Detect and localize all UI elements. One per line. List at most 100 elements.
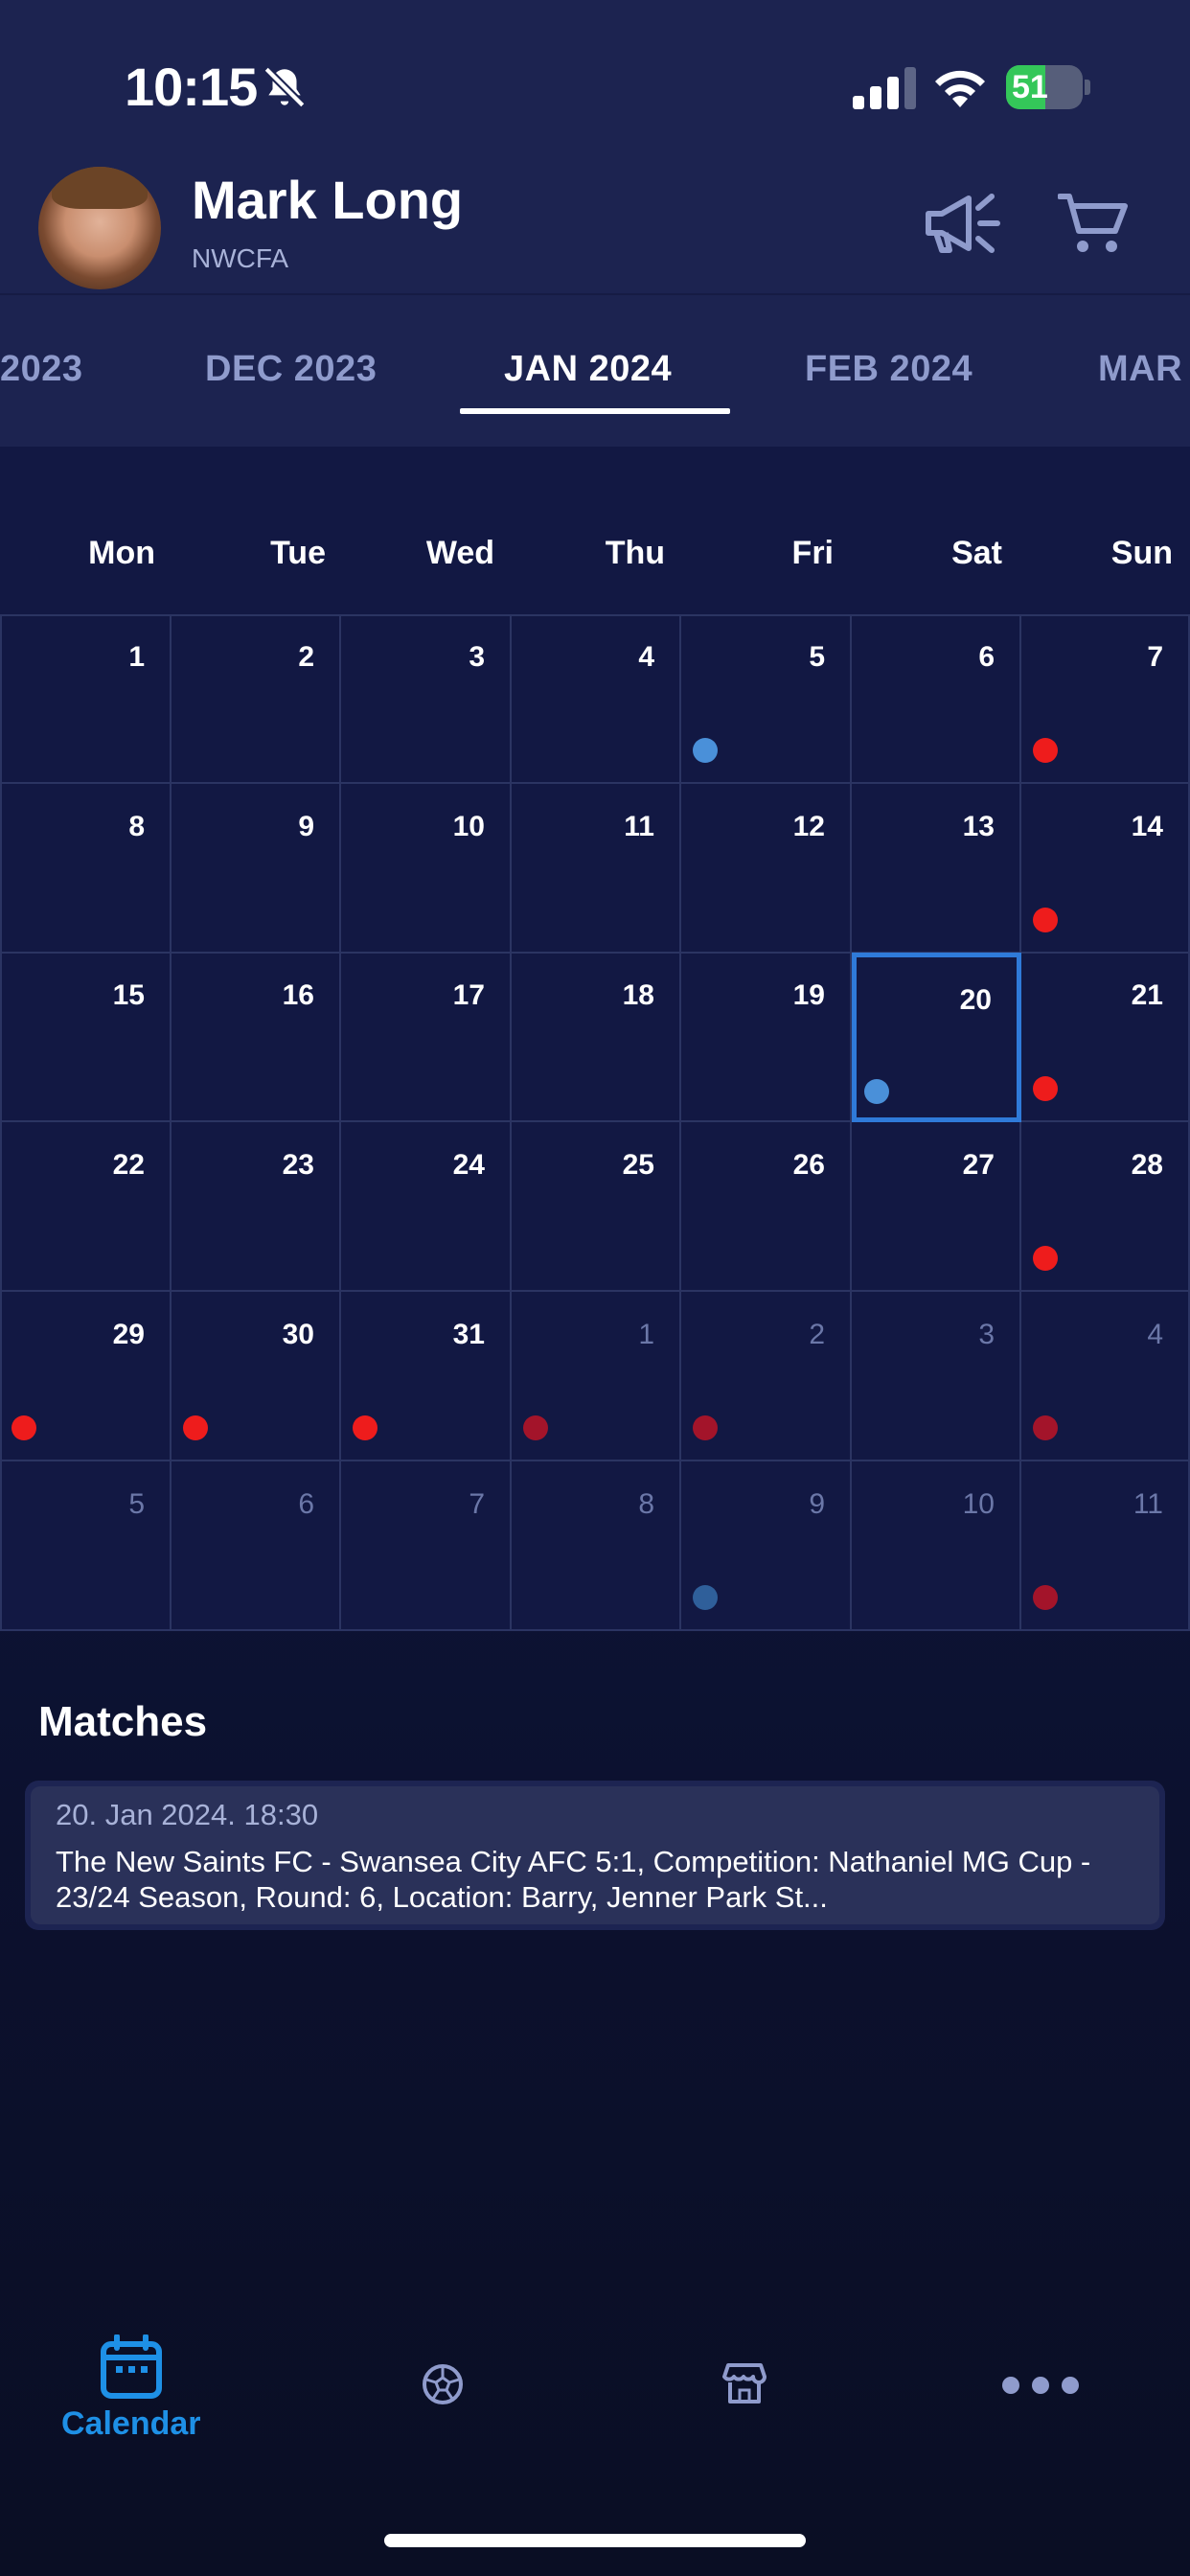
calendar-day[interactable]: 3 (852, 1292, 1021, 1461)
calendar-day[interactable]: 13 (852, 784, 1021, 954)
day-number: 28 (1131, 1149, 1163, 1181)
calendar-day[interactable]: 17 (341, 953, 512, 1122)
nav-calendar[interactable]: Calendar (61, 2334, 201, 2443)
calendar-day[interactable]: 16 (172, 953, 341, 1122)
calendar-day[interactable]: 5 (681, 614, 852, 784)
day-number: 6 (298, 1488, 314, 1520)
day-number: 31 (452, 1319, 485, 1350)
organization-name: NWCFA (192, 243, 289, 273)
calendar-day[interactable]: 11 (512, 784, 681, 954)
calendar-day[interactable]: 8 (512, 1461, 681, 1631)
calendar-day[interactable]: 21 (1021, 953, 1190, 1122)
nav-more[interactable] (1000, 2375, 1081, 2396)
day-number: 3 (469, 641, 485, 673)
day-number: 8 (638, 1488, 654, 1520)
calendar-day[interactable]: 24 (341, 1122, 512, 1292)
calendar-day[interactable]: 29 (0, 1292, 172, 1461)
day-number: 22 (112, 1149, 145, 1181)
more-icon (1002, 2377, 1079, 2394)
day-number: 17 (452, 979, 485, 1011)
battery-level: 51 (1012, 69, 1048, 105)
calendar-day[interactable]: 10 (341, 784, 512, 954)
calendar-day[interactable]: 27 (852, 1122, 1021, 1292)
grid-divider (0, 614, 1190, 616)
calendar-day[interactable]: 7 (341, 1461, 512, 1631)
soccer-ball-icon (423, 2364, 463, 2404)
match-card[interactable]: 20. Jan 2024. 18:30 The New Saints FC - … (25, 1781, 1165, 1930)
day-number: 5 (809, 641, 825, 673)
calendar-day[interactable]: 15 (0, 953, 172, 1122)
day-number: 9 (298, 811, 314, 842)
calendar-day[interactable]: 5 (0, 1461, 172, 1631)
nav-calendar-label: Calendar (61, 2405, 201, 2442)
calendar-day[interactable]: 7 (1021, 614, 1190, 784)
avatar[interactable] (38, 167, 161, 289)
calendar-day[interactable]: 6 (172, 1461, 341, 1631)
event-dot (693, 1585, 718, 1610)
nav-matches[interactable] (422, 2363, 464, 2405)
day-number: 9 (809, 1488, 825, 1520)
calendar-day[interactable]: 6 (852, 614, 1021, 784)
nav-store[interactable] (722, 2361, 767, 2405)
tab-month-mar[interactable]: MAR (1098, 349, 1182, 390)
calendar-day[interactable]: 1 (0, 614, 172, 784)
tab-month-feb-2024[interactable]: FEB 2024 (805, 349, 973, 390)
day-number: 4 (638, 641, 654, 673)
day-number: 20 (959, 984, 992, 1016)
day-number: 8 (128, 811, 145, 842)
event-dot (1033, 1585, 1058, 1610)
calendar-day[interactable]: 30 (172, 1292, 341, 1461)
day-number: 6 (978, 641, 995, 673)
calendar-day[interactable]: 9 (172, 784, 341, 954)
calendar-day[interactable]: 19 (681, 953, 852, 1122)
calendar-day[interactable]: 23 (172, 1122, 341, 1292)
calendar-day[interactable]: 14 (1021, 784, 1190, 954)
bottom-nav: Calendar (0, 2300, 1190, 2492)
cart-icon (1058, 194, 1128, 252)
calendar-day[interactable]: 9 (681, 1461, 852, 1631)
calendar-day[interactable]: 2 (681, 1292, 852, 1461)
weekday-label: Tue (270, 535, 326, 571)
calendar-day[interactable]: 31 (341, 1292, 512, 1461)
calendar-day[interactable]: 3 (341, 614, 512, 784)
calendar-day[interactable]: 12 (681, 784, 852, 954)
calendar-day[interactable]: 22 (0, 1122, 172, 1292)
calendar-icon (100, 2334, 162, 2399)
battery-indicator: 51 (1006, 65, 1090, 109)
calendar-day[interactable]: 25 (512, 1122, 681, 1292)
calendar-day[interactable]: 2 (172, 614, 341, 784)
calendar-day[interactable]: 8 (0, 784, 172, 954)
calendar-day[interactable]: 4 (512, 614, 681, 784)
calendar-day[interactable]: 10 (852, 1461, 1021, 1631)
tab-month-jan-2024[interactable]: JAN 2024 (504, 349, 672, 390)
cart-button[interactable] (1050, 186, 1136, 263)
calendar-day[interactable]: 26 (681, 1122, 852, 1292)
weekday-label: Thu (605, 535, 665, 571)
event-dot (183, 1415, 208, 1440)
day-number: 13 (962, 811, 995, 842)
day-number: 19 (792, 979, 825, 1011)
match-date: 20. Jan 2024. 18:30 (56, 1798, 319, 1831)
calendar-day[interactable]: 1 (512, 1292, 681, 1461)
calendar-day[interactable]: 11 (1021, 1461, 1190, 1631)
calendar-day[interactable]: 4 (1021, 1292, 1190, 1461)
calendar-day-selected[interactable]: 20 (852, 953, 1021, 1122)
user-name: Mark Long (192, 170, 464, 230)
tab-month-2023[interactable]: 2023 (0, 349, 83, 390)
day-number: 7 (469, 1488, 485, 1520)
tab-month-dec-2023[interactable]: DEC 2023 (205, 349, 377, 390)
day-number: 18 (622, 979, 654, 1011)
day-number: 1 (128, 641, 145, 673)
home-indicator[interactable] (384, 2534, 806, 2547)
cellular-signal-icon (853, 67, 916, 109)
calendar-day[interactable]: 28 (1021, 1122, 1190, 1292)
wifi-icon (935, 70, 985, 107)
event-dot (1033, 738, 1058, 763)
month-tabs: 2023 DEC 2023 JAN 2024 FEB 2024 MAR (0, 295, 1190, 447)
day-number: 14 (1131, 811, 1163, 842)
event-dot (693, 738, 718, 763)
day-number: 21 (1131, 979, 1163, 1011)
calendar-day[interactable]: 18 (512, 953, 681, 1122)
day-number: 4 (1147, 1319, 1163, 1350)
announcements-button[interactable] (920, 186, 1006, 263)
